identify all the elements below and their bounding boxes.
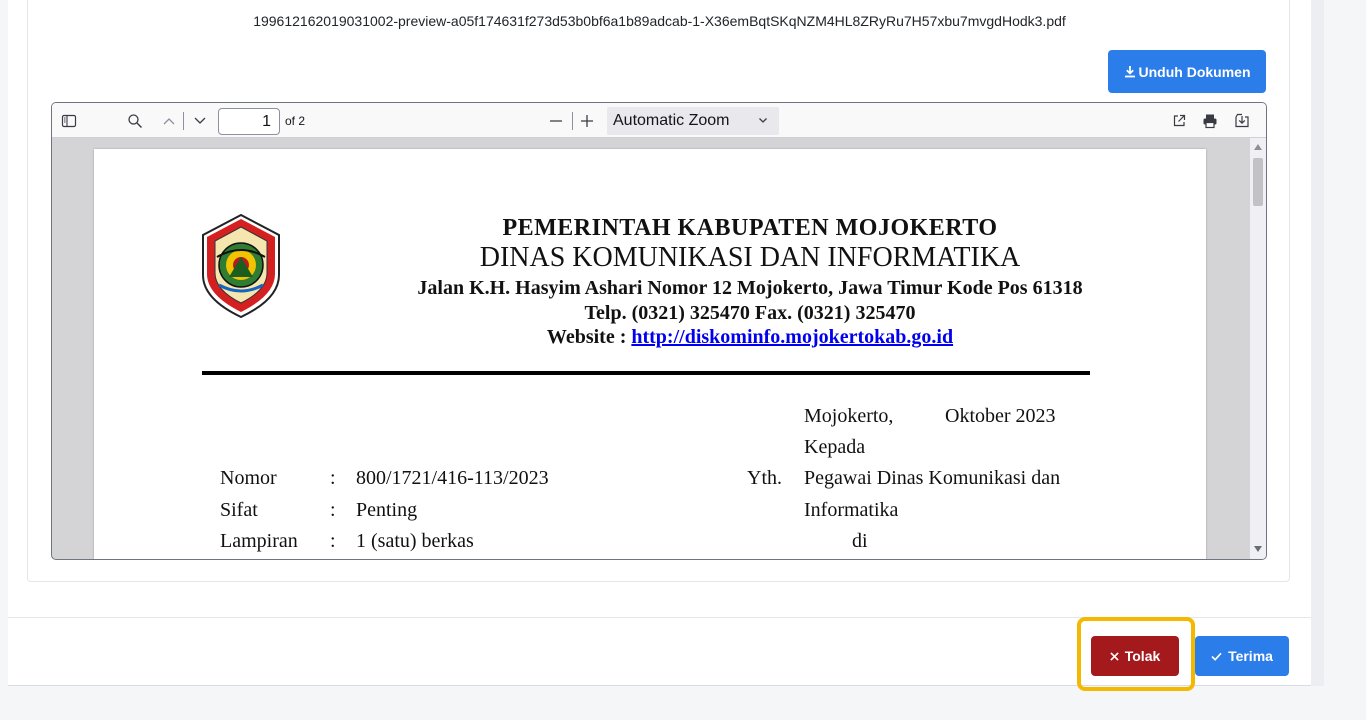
mojokerto-crest-logo xyxy=(202,213,280,319)
website-link[interactable]: http://diskominfo.mojokertokab.go.id xyxy=(631,326,953,348)
letterhead-address: Jalan K.H. Hasyim Ashari Nomor 12 Mojoke… xyxy=(417,277,1083,299)
zoom-out-icon[interactable] xyxy=(546,111,566,131)
letterhead-line1: PEMERINTAH KABUPATEN MOJOKERTO xyxy=(502,215,998,241)
reject-button[interactable]: Tolak xyxy=(1091,636,1179,676)
zoom-select[interactable]: Automatic Zoom xyxy=(607,107,779,135)
toolbar-separator xyxy=(183,112,184,130)
field-value-sifat: Penting xyxy=(356,499,418,521)
scroll-up-icon[interactable] xyxy=(1254,144,1262,150)
field-colon: : xyxy=(330,467,336,489)
next-page-icon[interactable] xyxy=(190,111,210,131)
letter-recipient-line1: Pegawai Dinas Komunikasi dan xyxy=(804,467,1061,489)
reject-label: Tolak xyxy=(1124,648,1161,664)
website-label: Website : xyxy=(546,326,632,348)
pdf-viewer: of 2 Automatic Zoom xyxy=(51,102,1267,560)
letter-recipient-line3: di xyxy=(852,530,868,552)
letterhead-website: Website : http://diskominfo.mojokertokab… xyxy=(294,326,1206,349)
scroll-down-icon[interactable] xyxy=(1254,546,1262,552)
pdf-toolbar: of 2 Automatic Zoom xyxy=(52,103,1266,138)
check-icon xyxy=(1211,652,1222,661)
accept-label: Terima xyxy=(1228,648,1273,664)
close-icon xyxy=(1110,651,1119,661)
letterhead-rule xyxy=(202,371,1090,375)
field-colon: : xyxy=(330,499,336,521)
find-search-icon[interactable] xyxy=(125,111,145,131)
review-modal: 199612162019031002-preview-a05f174631f27… xyxy=(8,0,1311,691)
previous-page-icon[interactable] xyxy=(159,111,179,131)
field-colon: : xyxy=(330,530,336,552)
print-icon[interactable] xyxy=(1200,111,1220,131)
chevron-down-icon xyxy=(759,118,767,123)
download-label: Unduh Dokumen xyxy=(1138,63,1251,80)
scroll-thumb[interactable] xyxy=(1253,158,1263,206)
letter-yth: Yth. xyxy=(747,467,782,489)
pdf-canvas-area[interactable]: PEMERINTAH KABUPATEN MOJOKERTO DINAS KOM… xyxy=(52,138,1250,559)
zoom-select-value: Automatic Zoom xyxy=(613,112,730,129)
letterhead-line2: DINAS KOMUNIKASI DAN INFORMATIKA xyxy=(479,242,1021,273)
letter-date: Oktober 2023 xyxy=(945,405,1056,427)
sidebar-toggle-icon[interactable] xyxy=(59,111,79,131)
pdf-scrollbar[interactable] xyxy=(1250,138,1266,559)
field-label-nomor: Nomor xyxy=(220,467,277,489)
letter-recipient-line2: Informatika xyxy=(804,499,899,521)
toolbar-separator xyxy=(572,112,573,130)
page-number-input[interactable] xyxy=(218,108,280,135)
save-download-icon[interactable] xyxy=(1232,111,1252,131)
accept-button[interactable]: Terima xyxy=(1195,636,1289,676)
letterhead-phone: Telp. (0321) 325470 Fax. (0321) 325470 xyxy=(584,302,916,324)
download-icon xyxy=(1124,65,1135,77)
letter-to-label: Kepada xyxy=(804,436,866,458)
document-card: 199612162019031002-preview-a05f174631f27… xyxy=(27,0,1290,582)
document-filename: 199612162019031002-preview-a05f174631f27… xyxy=(253,13,1066,29)
download-document-button[interactable]: Unduh Dokumen xyxy=(1108,50,1266,93)
open-external-icon[interactable] xyxy=(1169,111,1189,131)
field-value-nomor: 800/1721/416-113/2023 xyxy=(356,467,549,489)
page-scrollbar-rail xyxy=(1311,0,1324,686)
letter-place: Mojokerto, xyxy=(804,405,894,427)
page-count-label: of 2 xyxy=(285,114,306,128)
field-value-lampiran: 1 (satu) berkas xyxy=(356,530,474,552)
zoom-in-icon[interactable] xyxy=(577,111,597,131)
field-label-sifat: Sifat xyxy=(220,499,258,521)
pdf-page: PEMERINTAH KABUPATEN MOJOKERTO DINAS KOM… xyxy=(94,149,1206,559)
field-label-lampiran: Lampiran xyxy=(220,530,298,552)
